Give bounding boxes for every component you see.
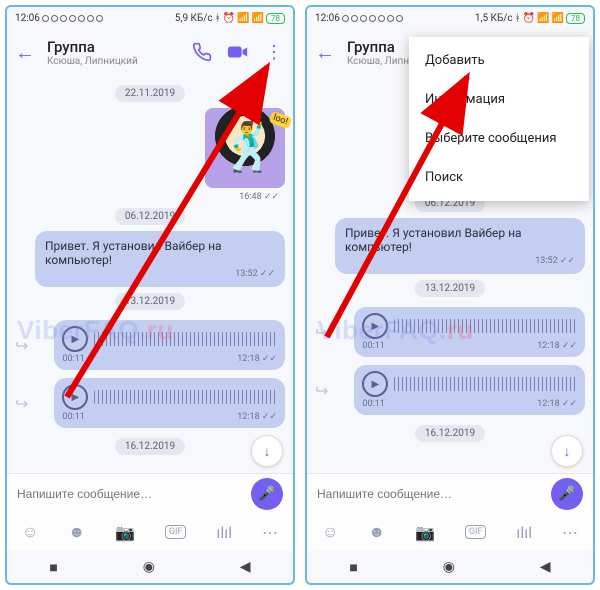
camera-icon[interactable]: 📷 [415,523,435,542]
chat-subtitle: Ксюша, Липницкий [47,56,191,67]
wifi-icon: 📶 [252,13,264,24]
more-button[interactable]: ⋮ [263,41,285,63]
input-bar: 🎤 [7,473,293,513]
sticker-icon[interactable]: ☺ [322,522,338,542]
status-dot-icon [387,15,394,22]
phone-left: 12:06 5,9 КБ/с ᚼ ⏰ 📶 📶 78 ← Группа Ксюша… [5,5,295,585]
play-button[interactable]: ▶ [362,371,388,397]
status-bar: 12:06 5,9 КБ/с ᚼ ⏰ 📶 📶 78 [7,7,293,29]
status-dot-icon [351,15,358,22]
annotation-arrow [327,187,527,351]
back-button[interactable]: ← [315,40,335,65]
message-input[interactable] [17,487,251,501]
msg-time: 12:18 [537,341,559,351]
input-bar: 🎤 [307,473,593,513]
bluetooth-icon: ᚼ [215,13,221,24]
overflow-menu: Добавить Информация Выберите сообщения П… [409,37,589,201]
sticker-badge: loo! [269,111,293,129]
video-call-button[interactable] [227,41,249,63]
status-dot-icon [378,15,385,22]
menu-item-add[interactable]: Добавить [409,41,589,80]
scroll-down-button[interactable]: ↓ [251,435,283,467]
gif-icon[interactable]: GIF [465,525,487,539]
message-input[interactable] [317,487,551,501]
emoji-icon[interactable]: ☻ [68,522,85,542]
recent-apps-button[interactable]: ■ [349,559,357,576]
status-dot-icon [69,15,76,22]
chat-title: Группа [47,38,191,56]
read-ticks-icon: ✓✓ [562,341,577,351]
status-dot-icon [60,15,67,22]
alarm-icon: ⏰ [223,13,235,24]
back-nav-button[interactable]: ◀ [540,559,551,575]
battery-icon: 78 [266,13,285,24]
clock: 12:06 [315,13,340,24]
status-dot-icon [396,15,403,22]
camera-icon[interactable]: 📷 [115,523,135,542]
emoji-icon[interactable]: ☻ [368,522,385,542]
home-button[interactable]: ◉ [143,559,155,575]
status-dot-icon [87,15,94,22]
clock: 12:06 [15,13,40,24]
msg-time: 16:48 [239,192,261,202]
status-bar: 12:06 1,5 КБ/с ᚼ ⏰ 📶 📶 78 [307,7,593,29]
tool-row: ☺ ☻ 📷 GIF ılıl ⋯ [7,513,293,551]
status-dot-icon [369,15,376,22]
voice-message[interactable]: ▶ 00:11 12:18 ✓✓ [354,365,585,415]
call-button[interactable] [191,41,213,63]
forward-icon[interactable]: ↪ [15,394,28,413]
net-speed: 1,5 КБ/с [475,13,513,24]
more-tools-icon[interactable]: ⋯ [562,523,578,542]
phone-right: 12:06 1,5 КБ/с ᚼ ⏰ 📶 📶 78 ← Группа Ксюша… [305,5,595,585]
net-speed: 5,9 КБ/с [175,13,213,24]
read-ticks-icon: ✓✓ [262,412,277,422]
msg-time: 12:18 [537,399,559,409]
more-tools-icon[interactable]: ⋯ [262,523,278,542]
annotation-arrow [67,217,287,411]
back-nav-button[interactable]: ◀ [240,559,251,575]
menu-item-info[interactable]: Информация [409,80,589,119]
voice-duration: 00:11 [362,399,384,409]
alarm-icon: ⏰ [523,13,535,24]
waveform [394,377,577,391]
status-dot-icon [51,15,58,22]
status-dot-icon [96,15,103,22]
status-dot-icon [78,15,85,22]
signal-icon: 📶 [537,13,549,24]
status-dot-icon [342,15,349,22]
bluetooth-icon: ᚼ [515,13,521,24]
audio-bars-icon[interactable]: ılıl [516,523,532,542]
gif-icon[interactable]: GIF [165,525,187,539]
recent-apps-button[interactable]: ■ [49,559,57,576]
forward-icon[interactable]: ↪ [315,381,328,400]
date-chip: 16.12.2019 [415,425,485,442]
forward-icon[interactable]: ↪ [15,336,28,355]
date-chip: 22.11.2019 [115,85,185,102]
sticker-icon[interactable]: ☺ [22,522,38,542]
scroll-down-button[interactable]: ↓ [551,435,583,467]
read-ticks-icon: ✓✓ [264,192,279,202]
date-chip: 16.12.2019 [115,438,185,455]
mic-button[interactable]: 🎤 [551,478,583,510]
wifi-icon: 📶 [552,13,564,24]
signal-icon: 📶 [237,13,249,24]
status-dot-icon [360,15,367,22]
title-block[interactable]: Группа Ксюша, Липницкий [47,38,191,67]
android-navbar: ■ ◉ ◀ [7,551,293,583]
chat-header: ← Группа Ксюша, Липницкий ⋮ [7,29,293,75]
read-ticks-icon: ✓✓ [560,256,575,266]
battery-icon: 78 [566,13,585,24]
status-dot-icon [42,15,49,22]
mic-button[interactable]: 🎤 [251,478,283,510]
back-button[interactable]: ← [15,40,35,65]
tool-row: ☺ ☻ 📷 GIF ılıl ⋯ [307,513,593,551]
audio-bars-icon[interactable]: ılıl [216,523,232,542]
msg-time: 13:52 [535,256,557,266]
voice-duration: 00:11 [62,412,84,422]
home-button[interactable]: ◉ [443,559,455,575]
android-navbar: ■ ◉ ◀ [307,551,593,583]
msg-time: 12:18 [237,412,259,422]
read-ticks-icon: ✓✓ [562,399,577,409]
